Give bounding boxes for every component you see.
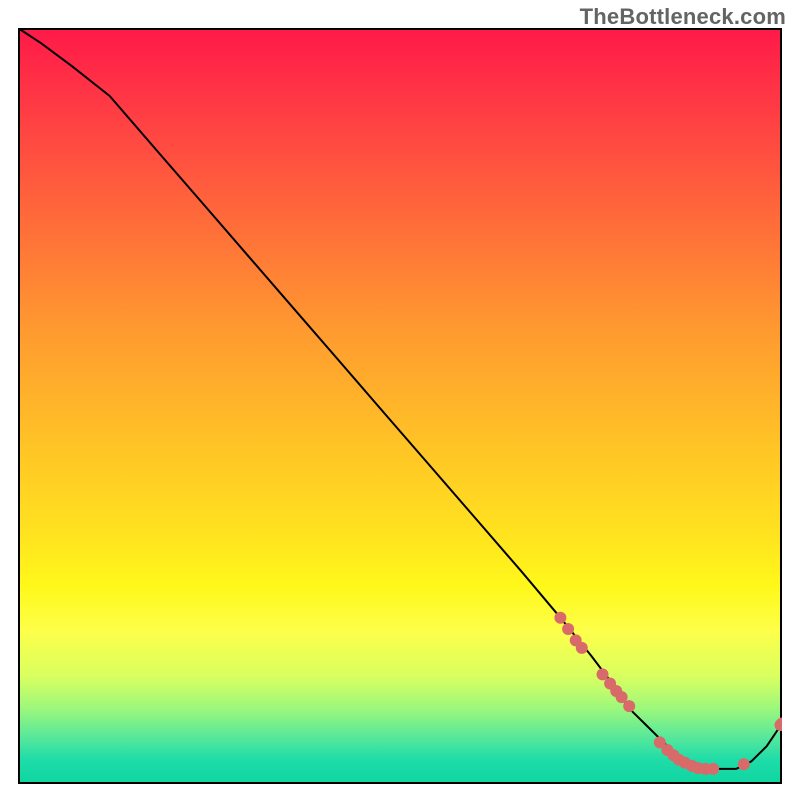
plot-gradient-area [18, 28, 782, 784]
figure: TheBottleneck.com [0, 0, 800, 800]
watermark-text: TheBottleneck.com [580, 4, 786, 30]
